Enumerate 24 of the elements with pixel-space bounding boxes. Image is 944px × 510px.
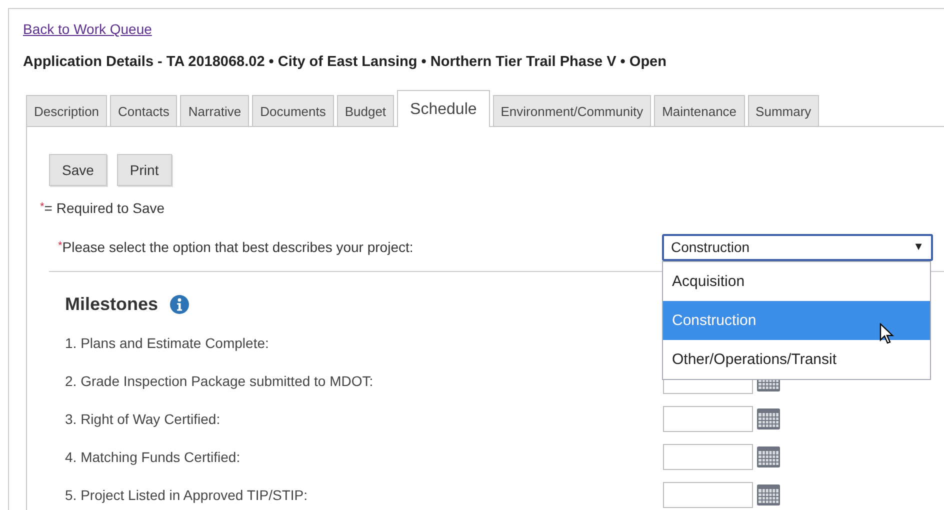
back-link[interactable]: Back to Work Queue [23,21,152,37]
tab[interactable]: Summary [748,95,820,126]
tab[interactable]: Schedule [397,90,490,127]
tab[interactable]: Description [26,95,108,126]
action-button[interactable]: Save [49,154,107,186]
milestone-label: 3. Right of Way Certified: [65,411,222,427]
project-type-dropdown[interactable]: Construction ▼ [662,234,933,260]
required-note: $^{*}$= Required to Save [40,200,166,216]
dropdown-option[interactable]: Other/Operations/Transit [663,340,930,378]
action-button[interactable]: Print [116,154,172,186]
tab[interactable]: Contacts [110,95,178,126]
tab[interactable]: Narrative [180,95,250,126]
tab[interactable]: Budget [336,95,394,126]
dropdown-option[interactable]: Acquisition [663,262,930,300]
page-title: Application Details - TA 2018068.02 • City of East Lansing • Northern Tier Trail Phase V • Open [23,54,668,70]
tab[interactable]: Maintenance [654,95,745,126]
milestone-label: 5. Project Listed in Approved TIP/STIP: [65,487,309,503]
tab[interactable]: Environment/Community [492,95,652,126]
milestone-label: 4. Matching Funds Certified: [65,449,242,465]
milestone-label: 2. Grade Inspection Package submitted to MDOT: [65,373,374,389]
tab[interactable]: Documents [252,95,334,126]
milestone-label: 1. Plans and Estimate Complete: [65,335,270,351]
section-heading: Milestones [65,294,158,315]
project-type-label: $^{*}$Please select the option that best describes your project: [58,239,414,255]
